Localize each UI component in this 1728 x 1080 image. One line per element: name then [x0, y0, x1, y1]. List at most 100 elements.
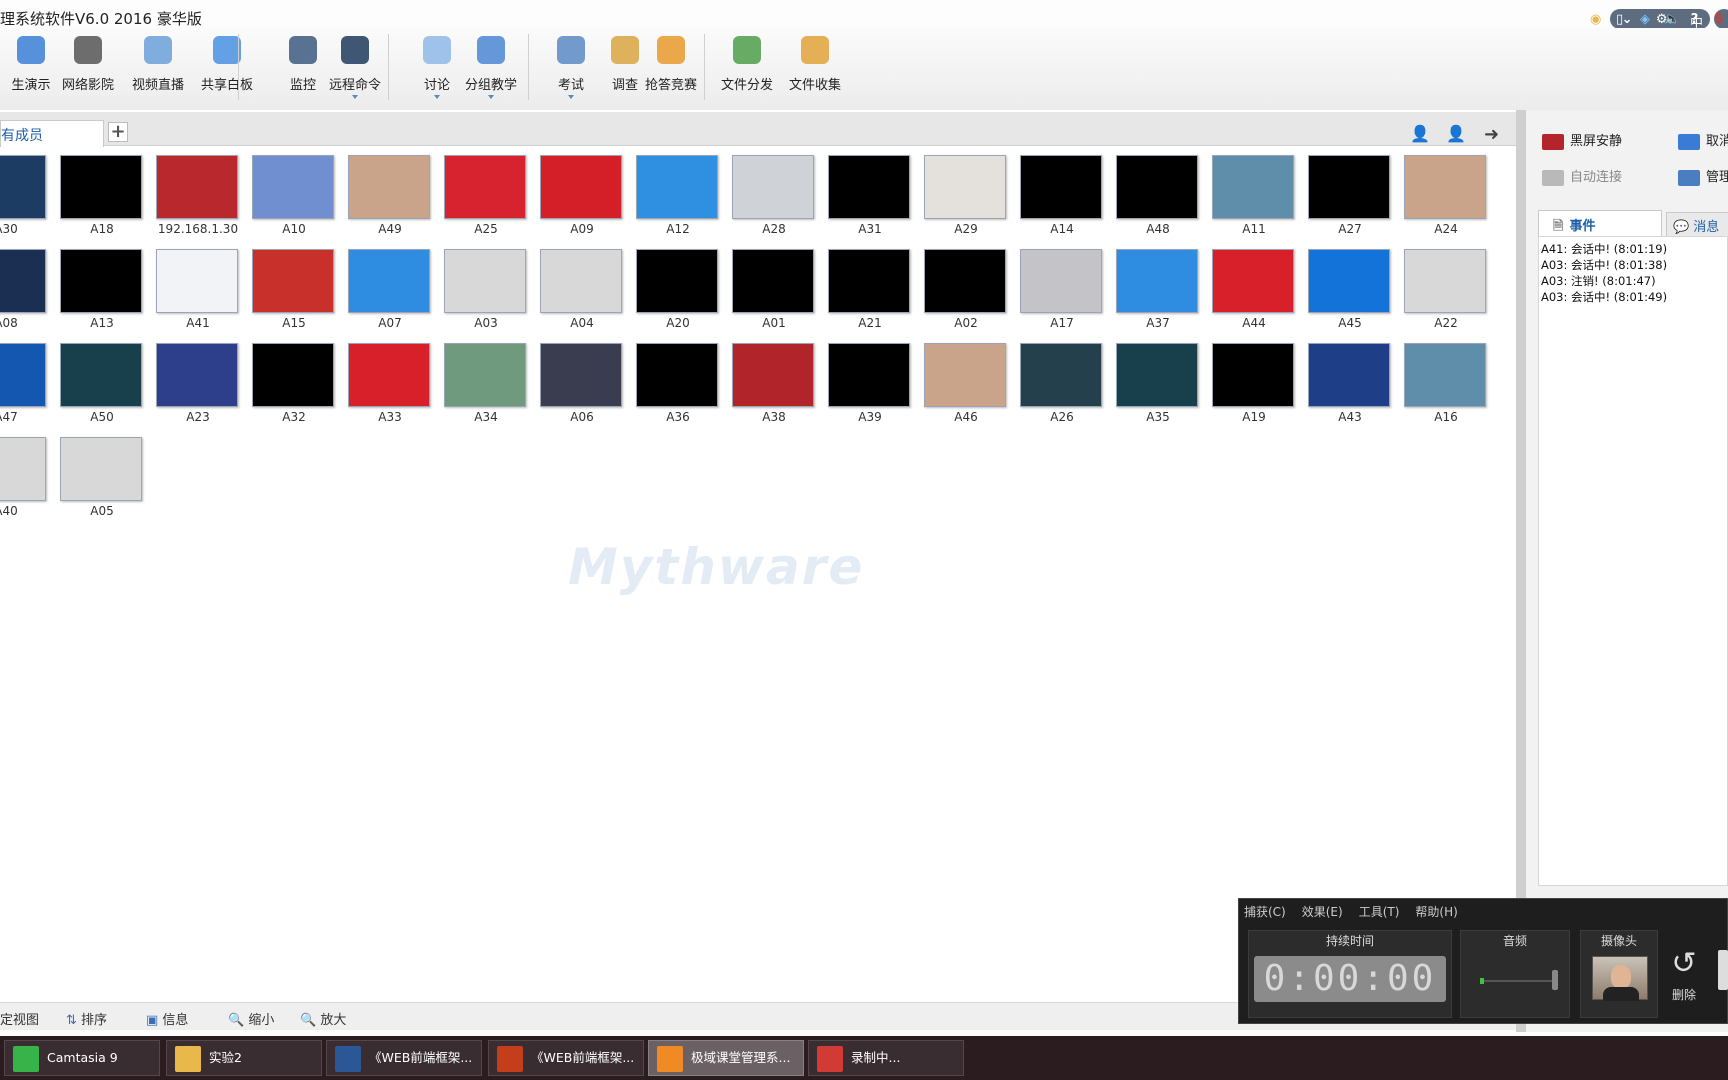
student-thumbnail[interactable]: 192.168.1.30 — [150, 148, 246, 236]
student-thumbnail[interactable]: A27 — [1302, 148, 1398, 236]
student-thumbnail[interactable]: A47 — [0, 336, 54, 424]
student-thumbnail[interactable]: A50 — [54, 336, 150, 424]
dropdown-arrow-icon[interactable] — [352, 95, 358, 99]
student-thumbnail[interactable]: A49 — [342, 148, 438, 236]
student-thumbnail[interactable]: A13 — [54, 242, 150, 330]
student-thumbnail[interactable]: A35 — [1110, 336, 1206, 424]
toolbar-button-whiteboard[interactable]: 共享白板 — [196, 30, 258, 106]
add-tab-button[interactable]: + — [108, 122, 128, 142]
student-thumbnail[interactable]: A46 — [918, 336, 1014, 424]
arrow-right-icon[interactable]: ➜ — [1484, 124, 1499, 145]
student-thumbnail[interactable]: A20 — [630, 242, 726, 330]
bottom-button-sort[interactable]: ⇅ 排序 — [66, 1009, 107, 1028]
toolbar-button-webcam[interactable]: 视频直播 — [127, 30, 189, 106]
student-thumbnail[interactable]: A26 — [1014, 336, 1110, 424]
tab-messages[interactable]: 💬 消息 — [1666, 212, 1728, 236]
panel-divider[interactable] — [1516, 110, 1526, 1032]
student-thumbnail[interactable]: A32 — [246, 336, 342, 424]
student-thumbnail[interactable]: A28 — [726, 148, 822, 236]
student-thumbnail[interactable]: A31 — [822, 148, 918, 236]
student-thumbnail[interactable]: A09 — [534, 148, 630, 236]
auto-connect-button[interactable]: 自动连接 — [1542, 166, 1622, 186]
taskbar-item[interactable]: 《WEB前端框架... — [326, 1040, 482, 1076]
person-gear-icon[interactable]: 👤 — [1446, 124, 1466, 143]
tab-all-members[interactable]: 有成员 — [0, 120, 104, 147]
recorder-menu-item[interactable]: 工具(T) — [1359, 905, 1400, 919]
student-thumbnail[interactable]: A21 — [822, 242, 918, 330]
bottom-button-info[interactable]: ▣ 信息 — [146, 1009, 188, 1028]
battery-icon[interactable]: ▯ — [1616, 12, 1623, 27]
student-thumbnail[interactable]: A48 — [1110, 148, 1206, 236]
recorder-menu-item[interactable]: 帮助(H) — [1415, 905, 1457, 919]
toolbar-button-command-prompt[interactable]: 远程命令 — [324, 30, 386, 106]
student-thumbnail[interactable]: A14 — [1014, 148, 1110, 236]
student-thumbnail[interactable]: A02 — [918, 242, 1014, 330]
student-thumbnail[interactable]: A30 — [0, 148, 54, 236]
student-thumbnail[interactable]: A45 — [1302, 242, 1398, 330]
toolbar-button-chat-bubbles[interactable]: 讨论 — [406, 30, 468, 106]
student-thumbnail[interactable]: A43 — [1302, 336, 1398, 424]
student-thumbnail[interactable]: A12 — [630, 148, 726, 236]
student-thumbnail[interactable]: A03 — [438, 242, 534, 330]
bottom-button-zoom-out[interactable]: 🔍 缩小 — [228, 1009, 274, 1028]
student-thumbnail[interactable]: A07 — [342, 242, 438, 330]
student-thumbnail[interactable]: A29 — [918, 148, 1014, 236]
student-thumbnail[interactable]: A05 — [54, 430, 150, 518]
student-thumbnail[interactable]: A40 — [0, 430, 54, 518]
taskbar-item[interactable]: 《WEB前端框架... — [488, 1040, 644, 1076]
toolbar-button-file-collect[interactable]: 文件收集 — [784, 30, 846, 106]
collapse-icon[interactable]: ⌄ — [1622, 12, 1633, 27]
network-icon[interactable]: ◈ — [1640, 12, 1650, 27]
ime-indicator[interactable]: 中 — [1690, 12, 1703, 31]
student-thumbnail[interactable]: A37 — [1110, 242, 1206, 330]
recorder-menu-item[interactable]: 效果(E) — [1302, 905, 1343, 919]
toolbar-button-group[interactable]: 分组教学 — [460, 30, 522, 106]
student-thumbnail[interactable]: A08 — [0, 242, 54, 330]
dropdown-arrow-icon[interactable] — [488, 95, 494, 99]
student-thumbnail[interactable]: A10 — [246, 148, 342, 236]
student-thumbnail[interactable]: A16 — [1398, 336, 1494, 424]
unlock-screen-button[interactable]: 取消 — [1678, 130, 1728, 150]
taskbar-item[interactable]: 极域课堂管理系... — [648, 1040, 804, 1076]
undo-delete-icon[interactable]: ↺ — [1664, 946, 1704, 981]
bottom-button-zoom-in[interactable]: 🔍 放大 — [300, 1009, 346, 1028]
student-thumbnail[interactable]: A01 — [726, 242, 822, 330]
student-thumbnail[interactable]: A23 — [150, 336, 246, 424]
sogou-ime-icon[interactable]: S — [1714, 12, 1723, 27]
student-thumbnail[interactable]: A33 — [342, 336, 438, 424]
taskbar-item[interactable]: 录制中... — [808, 1040, 964, 1076]
student-thumbnail[interactable]: A24 — [1398, 148, 1494, 236]
student-thumbnail[interactable]: A38 — [726, 336, 822, 424]
student-thumbnail[interactable]: A44 — [1206, 242, 1302, 330]
recorder-menu-item[interactable]: 捕获(C) — [1244, 905, 1286, 919]
student-thumbnail[interactable]: A39 — [822, 336, 918, 424]
student-thumbnail[interactable]: A19 — [1206, 336, 1302, 424]
student-thumbnail[interactable]: A41 — [150, 242, 246, 330]
student-thumbnail[interactable]: A25 — [438, 148, 534, 236]
record-button-partial[interactable] — [1718, 950, 1728, 990]
audio-volume-slider[interactable] — [1552, 970, 1558, 990]
black-screen-button[interactable]: 黑屏安静 — [1542, 130, 1622, 150]
person-star-icon[interactable]: 👤 — [1410, 124, 1430, 143]
taskbar-item[interactable]: Camtasia 9 — [4, 1040, 160, 1076]
taskbar-item[interactable]: 实验2 — [166, 1040, 322, 1076]
tab-events[interactable]: 🗎 事件 — [1538, 210, 1662, 236]
toolbar-button-exam-clock[interactable]: 考试 — [540, 30, 602, 106]
student-thumbnail[interactable]: A18 — [54, 148, 150, 236]
student-thumbnail[interactable]: A11 — [1206, 148, 1302, 236]
bottom-button-view[interactable]: 定视图 — [0, 1009, 39, 1028]
student-thumbnail[interactable]: A22 — [1398, 242, 1494, 330]
toolbar-button-student-demo[interactable]: 生演示 — [0, 30, 62, 106]
student-thumbnail[interactable]: A17 — [1014, 242, 1110, 330]
dropdown-arrow-icon[interactable] — [434, 95, 440, 99]
manage-button[interactable]: 管理 — [1678, 166, 1728, 186]
student-thumbnail[interactable]: A36 — [630, 336, 726, 424]
delete-label[interactable]: 删除 — [1664, 986, 1704, 1003]
student-thumbnail[interactable]: A15 — [246, 242, 342, 330]
student-thumbnail[interactable]: A04 — [534, 242, 630, 330]
toolbar-button-quiz-star[interactable]: 抢答竞赛 — [640, 30, 702, 106]
toolbar-button-film-reel[interactable]: 网络影院 — [57, 30, 119, 106]
student-thumbnail[interactable]: A06 — [534, 336, 630, 424]
volume-icon[interactable]: 🔈 — [1664, 12, 1680, 27]
tray-app-icon[interactable]: ◉ — [1590, 12, 1601, 27]
